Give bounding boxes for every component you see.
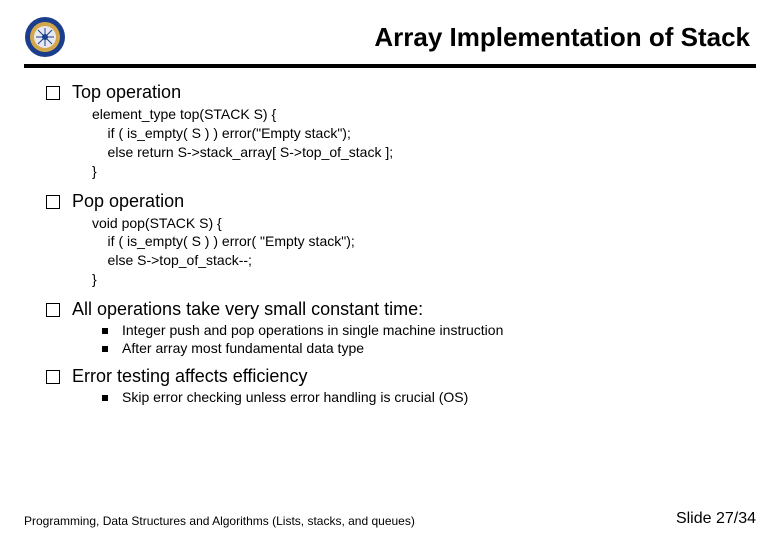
square-bullet-icon: [46, 370, 60, 384]
title-rule: [24, 64, 756, 68]
sub-text: Skip error checking unless error handlin…: [122, 389, 468, 405]
square-bullet-icon: [46, 86, 60, 100]
bullet-pop-operation: Pop operation: [46, 191, 756, 212]
sub-bullet: After array most fundamental data type: [102, 340, 756, 356]
heading-text: All operations take very small constant …: [72, 299, 423, 320]
bullet-error-testing: Error testing affects efficiency: [46, 366, 756, 387]
sub-text: Integer push and pop operations in singl…: [122, 322, 503, 338]
slide-content: Top operation element_type top(STACK S) …: [24, 82, 756, 405]
heading-text: Error testing affects efficiency: [72, 366, 307, 387]
filled-square-bullet-icon: [102, 346, 108, 352]
sub-text: After array most fundamental data type: [122, 340, 364, 356]
heading-text: Pop operation: [72, 191, 184, 212]
logo-seal: [24, 16, 66, 58]
sub-bullet: Integer push and pop operations in singl…: [102, 322, 756, 338]
heading-text: Top operation: [72, 82, 181, 103]
code-block: element_type top(STACK S) { if ( is_empt…: [92, 105, 756, 181]
filled-square-bullet-icon: [102, 395, 108, 401]
square-bullet-icon: [46, 195, 60, 209]
code-block: void pop(STACK S) { if ( is_empty( S ) )…: [92, 214, 756, 290]
sub-bullet: Skip error checking unless error handlin…: [102, 389, 756, 405]
filled-square-bullet-icon: [102, 328, 108, 334]
bullet-top-operation: Top operation: [46, 82, 756, 103]
footer-left: Programming, Data Structures and Algorit…: [24, 514, 415, 528]
bullet-all-operations: All operations take very small constant …: [46, 299, 756, 320]
slide-title: Array Implementation of Stack: [80, 22, 756, 53]
slide-number: Slide 27/34: [676, 510, 756, 528]
square-bullet-icon: [46, 303, 60, 317]
